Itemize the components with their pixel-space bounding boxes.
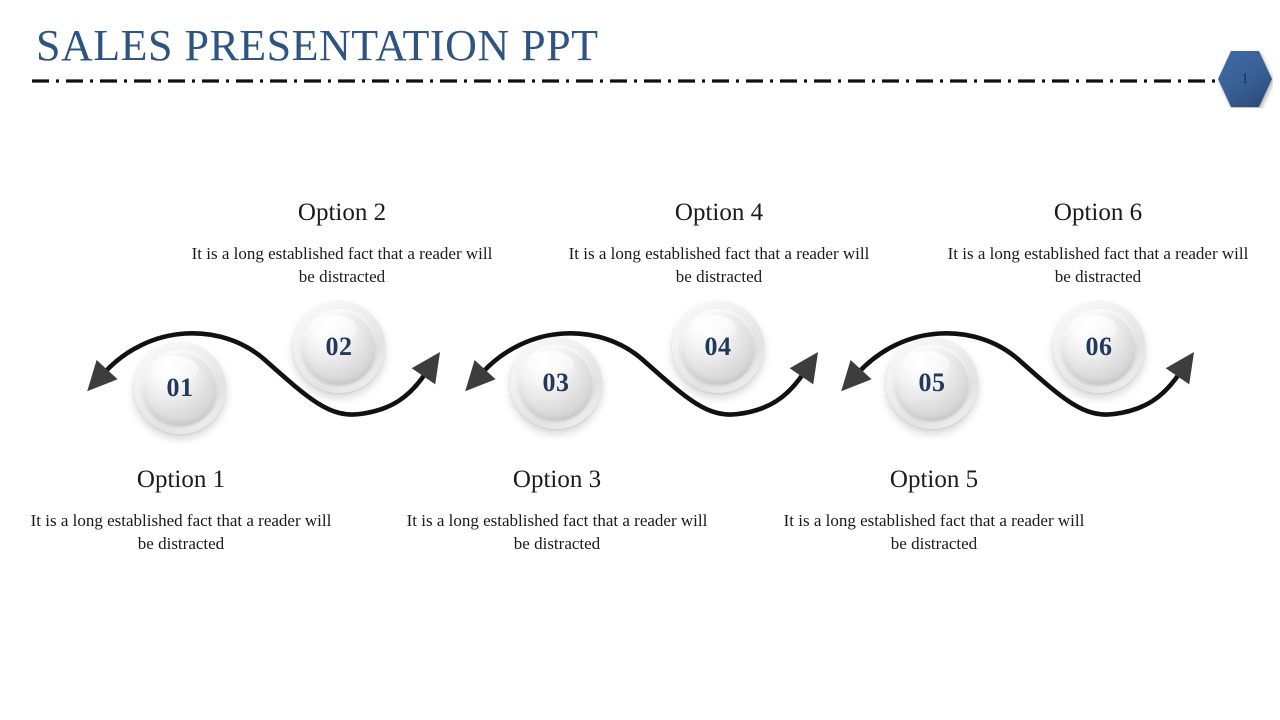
option-heading: Option 5	[889, 466, 979, 493]
step-face: 01	[142, 350, 218, 426]
step-number-label: 06	[1085, 332, 1113, 361]
step-face: 05	[894, 345, 970, 421]
step-node-01[interactable]: 01	[134, 342, 226, 434]
step-node-05[interactable]: 05	[886, 337, 978, 429]
page-number-badge: 1	[1217, 50, 1273, 108]
option-block-3: Option 3 It is a long established fact t…	[397, 465, 717, 555]
step-node-03[interactable]: 03	[510, 337, 602, 429]
page-title: SALES PRESENTATION PPT	[36, 21, 599, 70]
step-number-label: 04	[704, 332, 732, 361]
option-heading: Option 4	[674, 199, 764, 226]
option-description: It is a long established fact that a rea…	[30, 511, 332, 553]
step-node-06[interactable]: 06	[1053, 301, 1145, 393]
option-description: It is a long established fact that a rea…	[783, 511, 1085, 553]
step-node-04[interactable]: 04	[672, 301, 764, 393]
option-heading: Option 2	[297, 199, 387, 226]
step-number-label: 03	[542, 368, 570, 397]
option-heading: Option 3	[512, 466, 602, 493]
step-number-label: 02	[325, 332, 353, 361]
step-face: 04	[680, 309, 756, 385]
page-number-label: 1	[1241, 70, 1249, 87]
option-description: It is a long established fact that a rea…	[568, 244, 870, 286]
step-number-label: 05	[918, 368, 946, 397]
option-block-1: Option 1 It is a long established fact t…	[21, 465, 341, 555]
option-description: It is a long established fact that a rea…	[947, 244, 1249, 286]
step-node-02[interactable]: 02	[293, 301, 385, 393]
option-block-6: Option 6 It is a long established fact t…	[938, 198, 1258, 288]
title-divider	[32, 79, 1246, 83]
option-description: It is a long established fact that a rea…	[406, 511, 708, 553]
option-block-4: Option 4 It is a long established fact t…	[559, 198, 879, 288]
step-face: 02	[301, 309, 377, 385]
option-description: It is a long established fact that a rea…	[191, 244, 493, 286]
option-heading: Option 6	[1053, 199, 1143, 226]
step-number-label: 01	[166, 373, 194, 402]
option-heading: Option 1	[136, 466, 226, 493]
step-face: 06	[1061, 309, 1137, 385]
option-block-5: Option 5 It is a long established fact t…	[774, 465, 1094, 555]
option-block-2: Option 2 It is a long established fact t…	[182, 198, 502, 288]
step-face: 03	[518, 345, 594, 421]
slide-canvas: SALES PRESENTATION PPT 1 01 02 03 04 05 …	[0, 0, 1280, 720]
